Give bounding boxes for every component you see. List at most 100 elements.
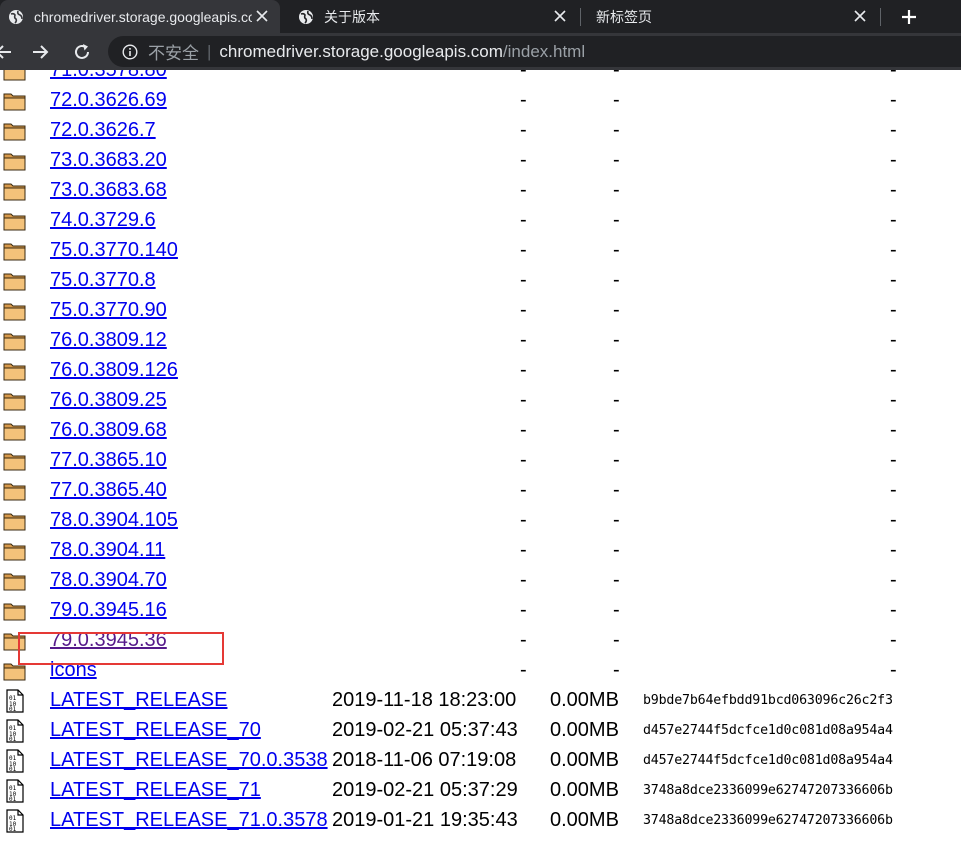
folder-link[interactable]: 76.0.3809.126 [50, 358, 178, 382]
folder-icon [3, 89, 27, 113]
file-size: 0.00MB [550, 719, 619, 741]
modified-date: - [520, 629, 527, 651]
modified-date: - [520, 479, 527, 501]
folder-link[interactable]: 76.0.3809.68 [50, 418, 167, 442]
modified-date: - [520, 269, 527, 291]
folder-icon [3, 119, 27, 143]
folder-icon [3, 389, 27, 413]
etag: 3748a8dce2336099e62747207336606b [643, 783, 893, 798]
folder-link[interactable]: 78.0.3904.70 [50, 568, 167, 592]
folder-link[interactable]: 79.0.3945.16 [50, 598, 167, 622]
file-link[interactable]: LATEST_RELEASE_71 [50, 778, 261, 802]
binary-file-icon: 01 10 01 [3, 749, 27, 773]
url-path: /index.html [502, 41, 586, 61]
etag: - [890, 569, 897, 591]
etag: - [890, 209, 897, 231]
modified-date: - [520, 359, 527, 381]
etag: b9bde7b64efbdd91bcd063096c26c2f3 [643, 693, 893, 708]
table-row: icons - - - [0, 655, 961, 685]
close-tab-icon[interactable] [550, 6, 570, 26]
etag: - [890, 269, 897, 291]
folder-link[interactable]: 75.0.3770.90 [50, 298, 167, 322]
folder-link[interactable]: icons [50, 658, 97, 682]
binary-file-icon: 01 10 01 [3, 719, 27, 743]
back-button[interactable] [0, 39, 16, 65]
folder-link[interactable]: 78.0.3904.11 [50, 538, 165, 562]
folder-link[interactable]: 74.0.3729.6 [50, 208, 156, 232]
modified-date: - [520, 299, 527, 321]
folder-icon [3, 629, 27, 653]
folder-link[interactable]: 72.0.3626.7 [50, 118, 156, 142]
folder-link[interactable]: 73.0.3683.68 [50, 178, 167, 202]
forward-button[interactable] [28, 39, 54, 65]
file-link[interactable]: LATEST_RELEASE_70.0.3538 [50, 748, 328, 772]
folder-link[interactable]: 72.0.3626.69 [50, 88, 167, 112]
file-size: 0.00MB [550, 779, 619, 801]
folder-link[interactable]: 75.0.3770.8 [50, 268, 156, 292]
table-row: 01 10 01 LATEST_RELEASE 2019-11-18 18:23:00 0… [0, 685, 961, 715]
table-row: 74.0.3729.6 - - - [0, 205, 961, 235]
folder-link[interactable]: 71.0.3578.80 [50, 70, 167, 82]
folder-link[interactable]: 77.0.3865.10 [50, 448, 167, 472]
modified-date: - [520, 389, 527, 411]
file-size: - [613, 119, 620, 141]
folder-icon [3, 149, 27, 173]
folder-link[interactable]: 79.0.3945.36 [50, 628, 167, 652]
file-link[interactable]: LATEST_RELEASE_70 [50, 718, 261, 742]
modified-date: - [520, 509, 527, 531]
file-size: - [613, 70, 620, 81]
folder-link[interactable]: 73.0.3683.20 [50, 148, 167, 172]
tab-new-tab-page[interactable]: 新标签页 [582, 0, 878, 33]
table-row: 76.0.3809.12 - - - [0, 325, 961, 355]
security-status[interactable]: 不安全 [148, 39, 199, 64]
browser-toolbar: 不安全 | chromedriver.storage.googleapis.co… [0, 33, 961, 70]
folder-icon [3, 269, 27, 293]
modified-date: - [520, 70, 527, 81]
tab-title: 新标签页 [596, 8, 652, 25]
table-row: 78.0.3904.70 - - - [0, 565, 961, 595]
new-tab-button[interactable] [896, 4, 922, 30]
etag: - [890, 629, 897, 651]
modified-date: 2019-02-21 05:37:29 [332, 779, 518, 801]
file-size: - [613, 599, 620, 621]
reload-icon [75, 44, 89, 59]
tab-title: chromedriver.storage.googleapis.com [34, 8, 252, 25]
table-row: 76.0.3809.25 - - - [0, 385, 961, 415]
address-bar[interactable]: 不安全 | chromedriver.storage.googleapis.co… [108, 36, 961, 67]
folder-icon [3, 179, 27, 203]
close-tab-icon[interactable] [850, 6, 870, 26]
svg-text:01: 01 [9, 826, 17, 833]
info-icon[interactable] [122, 43, 138, 60]
etag: - [890, 419, 897, 441]
etag: - [890, 449, 897, 471]
file-link[interactable]: LATEST_RELEASE [50, 688, 227, 712]
folder-link[interactable]: 77.0.3865.40 [50, 478, 167, 502]
file-size: 0.00MB [550, 689, 619, 711]
file-size: - [613, 149, 620, 171]
table-row: 79.0.3945.16 - - - [0, 595, 961, 625]
folder-icon [3, 70, 27, 83]
folder-link[interactable]: 78.0.3904.105 [50, 508, 178, 532]
folder-icon [3, 509, 27, 533]
table-row: 75.0.3770.90 - - - [0, 295, 961, 325]
file-size: - [613, 659, 620, 681]
tab-chromedriver[interactable]: chromedriver.storage.googleapis.com [0, 0, 280, 33]
folder-link[interactable]: 76.0.3809.12 [50, 328, 167, 352]
file-size: - [613, 479, 620, 501]
modified-date: 2019-11-18 18:23:00 [332, 689, 517, 711]
folder-icon [3, 329, 27, 353]
svg-text:01: 01 [9, 766, 17, 773]
table-row: 76.0.3809.126 - - - [0, 355, 961, 385]
file-link[interactable]: LATEST_RELEASE_71.0.3578 [50, 808, 328, 832]
tab-about-version[interactable]: 关于版本 [288, 0, 578, 33]
etag: 3748a8dce2336099e62747207336606b [643, 813, 893, 828]
reload-button[interactable] [69, 39, 95, 65]
folder-link[interactable]: 76.0.3809.25 [50, 388, 167, 412]
folder-link[interactable]: 75.0.3770.140 [50, 238, 178, 262]
modified-date: 2018-11-06 07:19:08 [332, 749, 517, 771]
close-tab-icon[interactable] [252, 6, 272, 26]
folder-icon [3, 299, 27, 323]
modified-date: - [520, 539, 527, 561]
binary-file-icon: 01 10 01 [3, 779, 27, 803]
file-size: - [613, 209, 620, 231]
